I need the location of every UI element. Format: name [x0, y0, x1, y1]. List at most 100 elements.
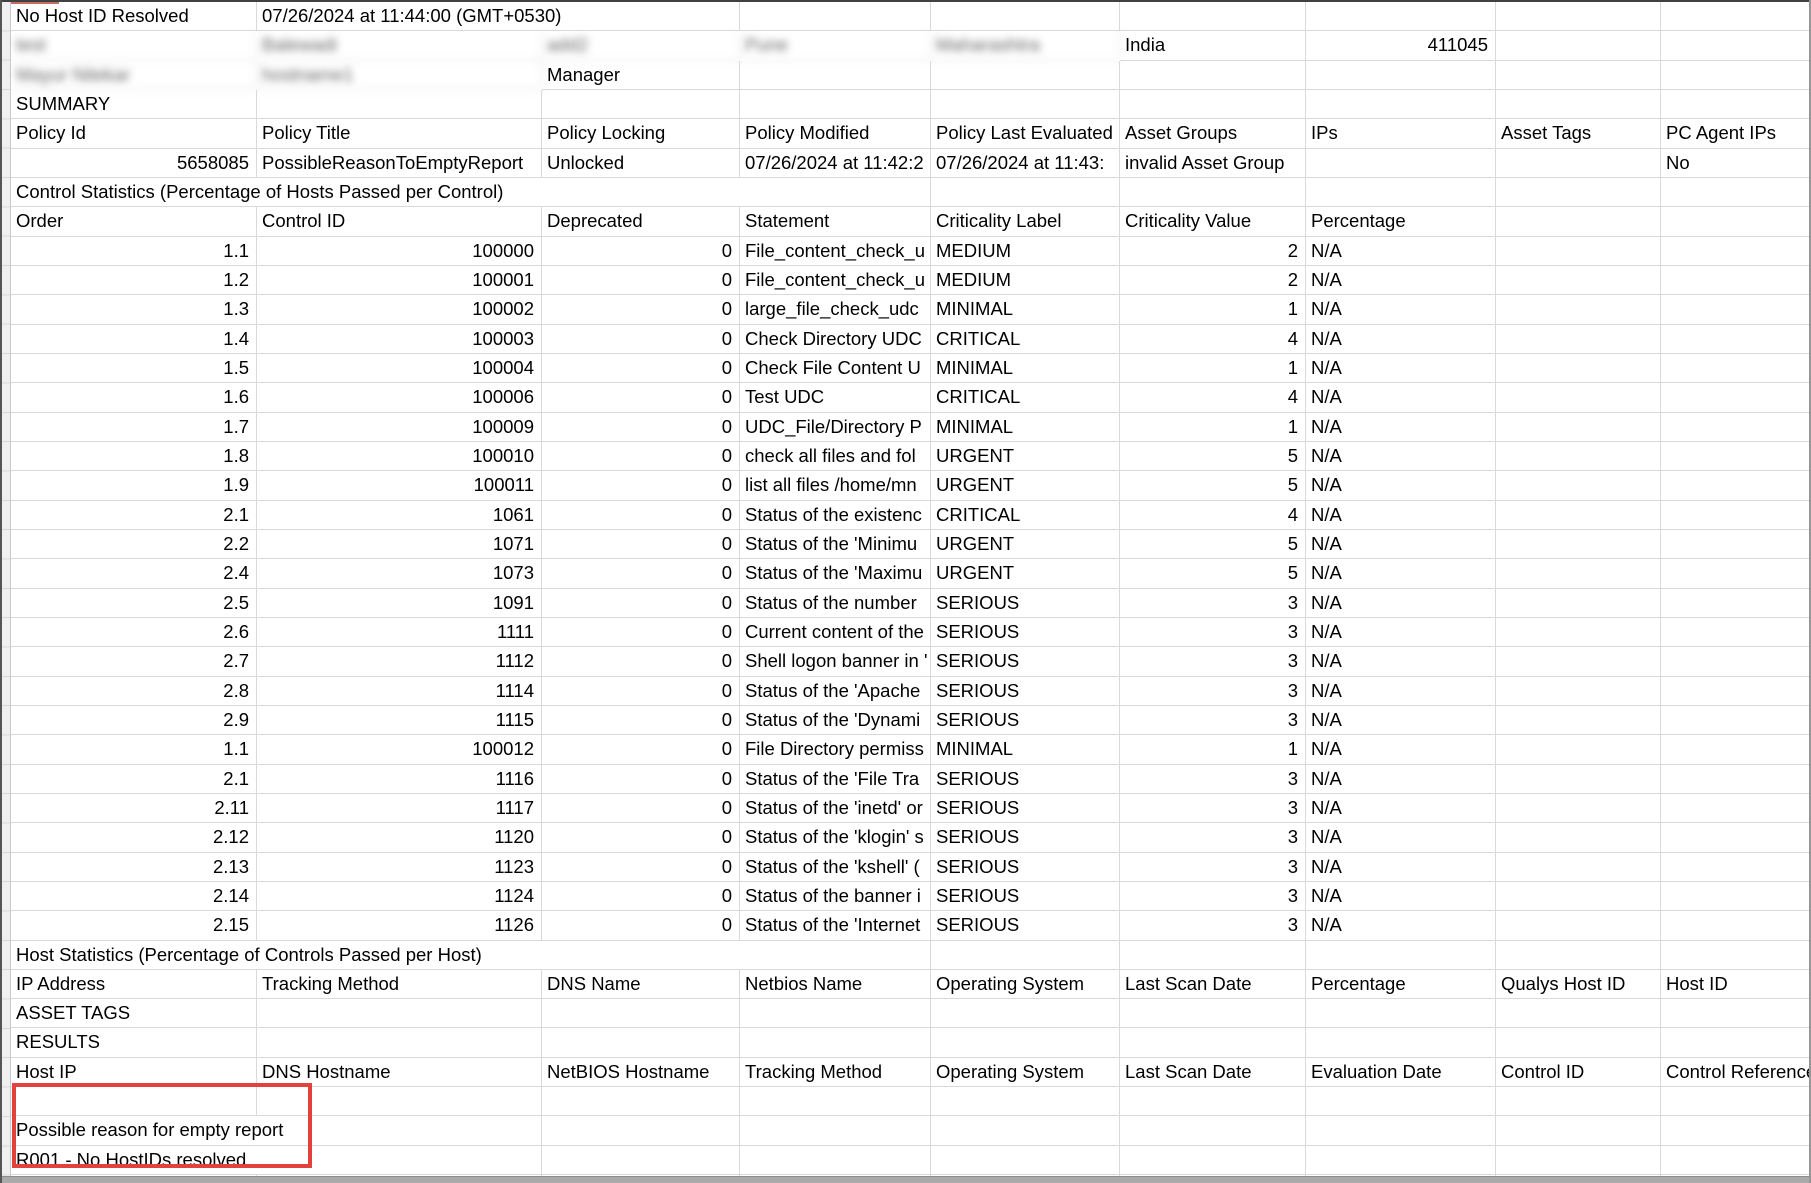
empty-sheet-cell[interactable]	[1496, 940, 1661, 970]
empty-sheet-cell[interactable]	[1496, 588, 1661, 618]
empty-sheet-cell[interactable]	[1496, 441, 1661, 472]
sheet-cell[interactable]: N/A	[1306, 441, 1496, 472]
sheet-cell[interactable]: SERIOUS	[931, 764, 1120, 794]
sheet-cell[interactable]: Last Scan Date	[1120, 1057, 1306, 1088]
sheet-cell[interactable]: N/A	[1306, 852, 1496, 882]
empty-sheet-cell[interactable]	[1661, 266, 1811, 296]
empty-sheet-cell[interactable]	[1661, 471, 1811, 501]
sheet-cell[interactable]: Status of the 'klogin' s	[740, 823, 931, 853]
sheet-cell[interactable]: India	[1120, 31, 1306, 61]
sheet-cell[interactable]: 1.4	[11, 324, 257, 354]
empty-sheet-cell[interactable]	[931, 1145, 1120, 1176]
empty-sheet-cell[interactable]	[740, 60, 931, 90]
sheet-cell[interactable]: 0	[542, 324, 740, 354]
sheet-cell[interactable]: 5	[1120, 529, 1306, 560]
empty-sheet-cell[interactable]	[1661, 999, 1811, 1029]
empty-sheet-cell[interactable]	[1661, 90, 1811, 120]
sheet-cell[interactable]: 100011	[257, 471, 542, 501]
empty-sheet-cell[interactable]	[1496, 1116, 1661, 1146]
sheet-cell[interactable]: 0	[542, 735, 740, 765]
sheet-cell[interactable]: 2.4	[11, 559, 257, 589]
sheet-cell[interactable]: Host IP	[11, 1057, 257, 1088]
sheet-cell[interactable]: ASSET TAGS	[11, 999, 257, 1029]
sheet-cell[interactable]: No	[1661, 149, 1811, 178]
empty-sheet-cell[interactable]	[931, 1116, 1120, 1146]
sheet-cell[interactable]: 100001	[257, 265, 542, 296]
sheet-cell[interactable]: Netbios Name	[740, 969, 931, 1000]
empty-sheet-cell[interactable]	[1306, 1087, 1496, 1117]
empty-sheet-cell[interactable]	[1496, 559, 1661, 589]
empty-sheet-cell[interactable]	[1496, 31, 1661, 61]
empty-sheet-cell[interactable]	[1661, 853, 1811, 882]
sheet-cell[interactable]: Evaluation Date	[1306, 1057, 1496, 1088]
sheet-cell[interactable]: Status of the 'kshell' (	[740, 852, 931, 882]
sheet-cell[interactable]: 411045	[1306, 31, 1496, 61]
empty-sheet-cell[interactable]	[1306, 60, 1496, 90]
sheet-cell[interactable]: Check Directory UDC	[740, 324, 931, 354]
sheet-cell[interactable]: N/A	[1306, 676, 1496, 706]
empty-sheet-cell[interactable]	[1661, 501, 1811, 530]
empty-sheet-cell[interactable]	[1496, 500, 1661, 530]
sheet-cell[interactable]: 100010	[257, 441, 542, 472]
sheet-cell[interactable]: 2.7	[11, 647, 257, 677]
sheet-cell[interactable]: 1.1	[11, 236, 257, 266]
empty-sheet-cell[interactable]	[1661, 178, 1811, 208]
sheet-cell[interactable]: 2.2	[11, 529, 257, 560]
empty-sheet-cell[interactable]	[1661, 823, 1811, 853]
sheet-cell[interactable]: 0	[542, 823, 740, 853]
sheet-cell[interactable]: 5658085	[11, 148, 257, 178]
empty-sheet-cell[interactable]	[257, 999, 542, 1029]
empty-sheet-cell[interactable]	[931, 2, 1120, 32]
empty-sheet-cell[interactable]	[1496, 1087, 1661, 1117]
sheet-cell[interactable]: 2.15	[11, 911, 257, 941]
sheet-cell[interactable]: 0	[542, 881, 740, 912]
empty-sheet-cell[interactable]	[1661, 413, 1811, 442]
empty-sheet-cell[interactable]	[1120, 1087, 1306, 1117]
sheet-cell[interactable]: Current content of the	[740, 617, 931, 648]
sheet-cell[interactable]: Control ID	[257, 207, 542, 237]
sheet-cell[interactable]: 07/26/2024 at 11:44:00 (GMT+0530)	[257, 2, 740, 32]
sheet-cell[interactable]: N/A	[1306, 412, 1496, 442]
sheet-cell[interactable]: 0	[542, 353, 740, 384]
redacted-cell[interactable]: Pune	[740, 31, 931, 61]
sheet-cell[interactable]: 1071	[257, 529, 542, 560]
sheet-cell[interactable]: 1.7	[11, 412, 257, 442]
sheet-cell[interactable]: 0	[542, 529, 740, 560]
empty-sheet-cell[interactable]	[1661, 1146, 1811, 1176]
sheet-cell[interactable]: N/A	[1306, 529, 1496, 560]
sheet-cell[interactable]: 0	[542, 705, 740, 736]
sheet-cell[interactable]: URGENT	[931, 529, 1120, 560]
sheet-cell[interactable]: 1112	[257, 647, 542, 677]
sheet-cell[interactable]: N/A	[1306, 735, 1496, 765]
sheet-cell[interactable]: 0	[542, 236, 740, 266]
sheet-cell[interactable]: Operating System	[931, 969, 1120, 1000]
sheet-cell[interactable]: URGENT	[931, 471, 1120, 501]
sheet-cell[interactable]: Status of the 'Dynami	[740, 705, 931, 736]
empty-sheet-cell[interactable]	[931, 177, 1120, 208]
empty-sheet-cell[interactable]	[1496, 676, 1661, 706]
sheet-cell[interactable]: N/A	[1306, 295, 1496, 325]
sheet-cell[interactable]: 1120	[257, 823, 542, 853]
sheet-cell[interactable]: Host Statistics (Percentage of Controls …	[11, 940, 931, 970]
sheet-cell[interactable]: SERIOUS	[931, 647, 1120, 677]
sheet-cell[interactable]: Status of the 'Maximu	[740, 559, 931, 589]
sheet-cell[interactable]: 07/26/2024 at 11:42:2	[740, 148, 931, 178]
sheet-cell[interactable]: 3	[1120, 617, 1306, 648]
empty-sheet-cell[interactable]	[1661, 207, 1811, 237]
sheet-cell[interactable]: Asset Tags	[1496, 119, 1661, 149]
sheet-cell[interactable]: N/A	[1306, 911, 1496, 941]
empty-sheet-cell[interactable]	[1661, 765, 1811, 794]
sheet-cell[interactable]: SERIOUS	[931, 823, 1120, 853]
sheet-cell[interactable]: list all files /home/mn	[740, 471, 931, 501]
empty-sheet-cell[interactable]	[740, 2, 931, 32]
sheet-cell[interactable]: Status of the number	[740, 588, 931, 618]
sheet-cell[interactable]: 1123	[257, 852, 542, 882]
redacted-cell[interactable]: Mayur Nilekar	[11, 60, 257, 90]
sheet-cell[interactable]: 100000	[257, 236, 542, 266]
sheet-cell[interactable]: Possible reason for empty report	[11, 1116, 542, 1146]
sheet-cell[interactable]: 0	[542, 500, 740, 530]
empty-sheet-cell[interactable]	[1496, 823, 1661, 853]
empty-sheet-cell[interactable]	[542, 89, 740, 120]
sheet-cell[interactable]: Status of the 'Apache	[740, 676, 931, 706]
empty-sheet-cell[interactable]	[740, 1028, 931, 1058]
